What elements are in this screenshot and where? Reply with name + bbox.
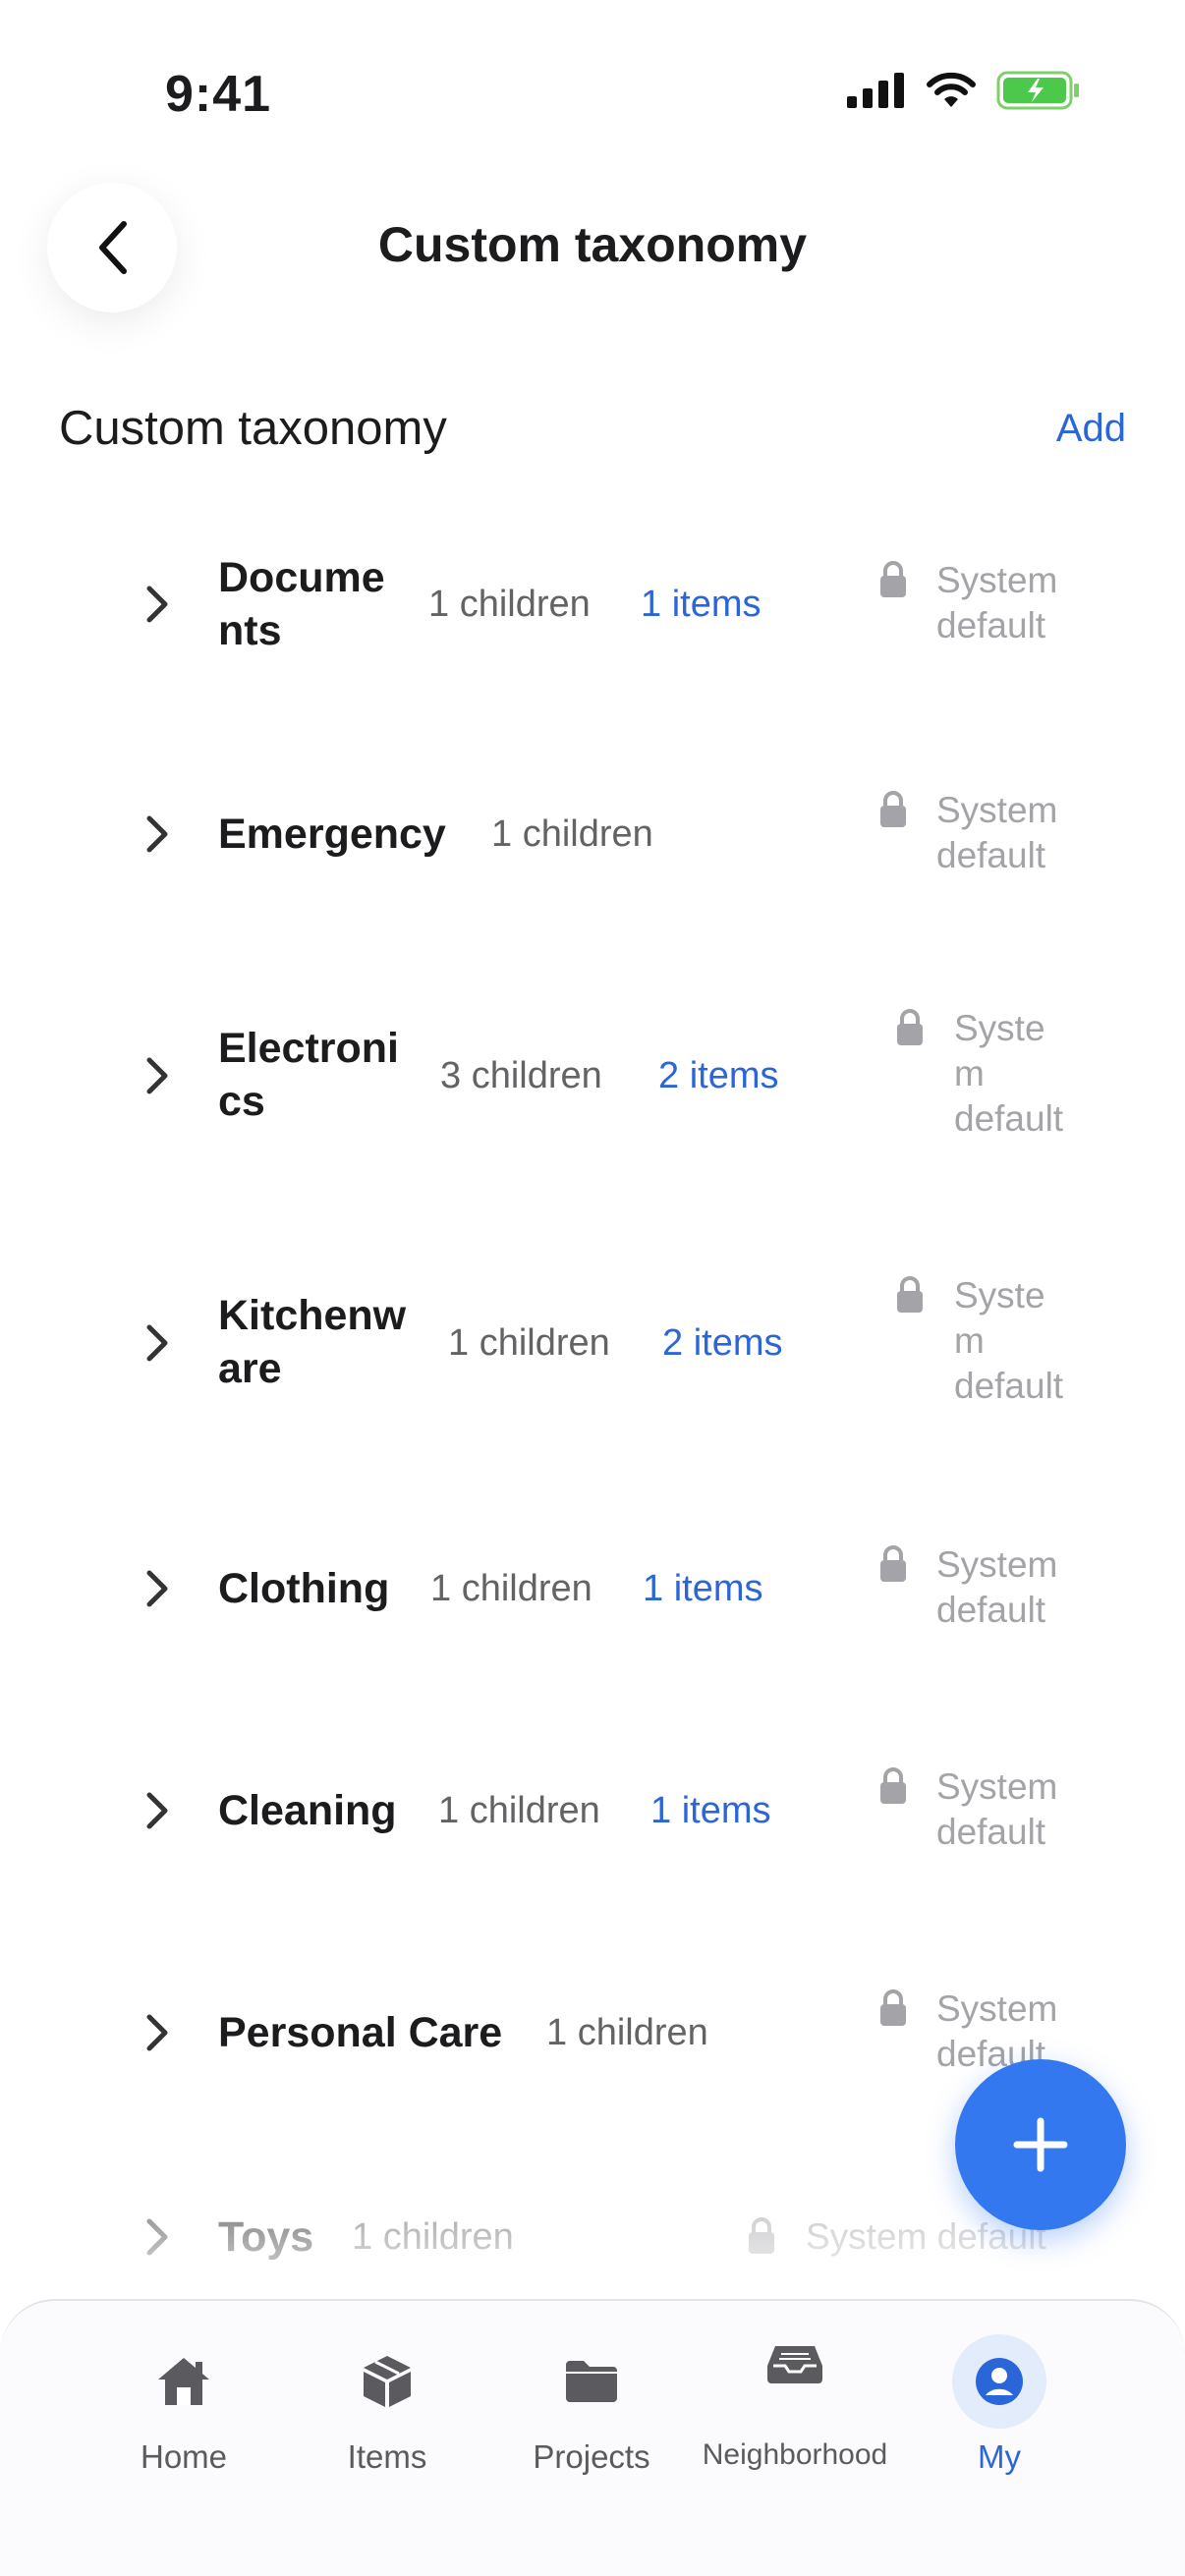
taxonomy-row[interactable]: Cleaning 1 children 1 items System defaul…	[0, 1753, 1185, 1871]
lock-icon	[880, 1989, 906, 2026]
chevron-right-icon[interactable]	[143, 584, 171, 625]
chevron-right-icon[interactable]	[143, 1568, 171, 1609]
section-title: Custom taxonomy	[59, 402, 447, 455]
chevron-right-icon[interactable]	[143, 813, 171, 855]
add-button[interactable]: Add	[1056, 407, 1126, 451]
system-default-label: Systemdefault	[936, 790, 1058, 875]
plus-icon	[1013, 2117, 1068, 2172]
category-name: Kitchenw are	[218, 1292, 407, 1392]
battery-icon	[996, 71, 1079, 110]
chevron-right-icon[interactable]	[143, 2012, 171, 2053]
lock-icon	[897, 1276, 923, 1313]
tab-bar: Home Items Projects Neighborhood My	[0, 2299, 1185, 2576]
category-name: Cleaning	[218, 1787, 397, 1834]
tab-label: Home	[140, 2438, 228, 2475]
system-default-label: Systemdefault	[936, 560, 1058, 645]
tab-projects[interactable]: Projects	[493, 2334, 690, 2476]
lock-icon	[880, 561, 906, 597]
items-link[interactable]: 1 items	[641, 584, 761, 626]
category-name: Electroni cs	[218, 1025, 399, 1125]
folder-icon	[566, 2361, 617, 2402]
category-name: Emergency	[218, 811, 446, 858]
system-default-label: Systemdefault	[936, 1766, 1058, 1852]
lock-icon	[880, 791, 906, 827]
taxonomy-row[interactable]: Electroni cs 3 children 2 items Syste m def…	[0, 1002, 1185, 1149]
system-default-label: Systemdefault	[936, 1544, 1058, 1630]
tab-label: My	[978, 2438, 1021, 2475]
status-time: 9:41	[165, 66, 272, 123]
tab-label: Items	[347, 2438, 427, 2475]
tab-label: Projects	[533, 2438, 650, 2475]
children-count: 1 children	[352, 2216, 514, 2258]
tab-home[interactable]: Home	[85, 2334, 282, 2476]
system-default-label: Systemdefault	[954, 1008, 1064, 1139]
category-name: Docume nts	[218, 554, 385, 654]
children-count: 1 children	[491, 813, 653, 855]
items-link[interactable]: 2 items	[658, 1055, 778, 1097]
tab-label: Neighborhood	[702, 2438, 888, 2471]
chevron-right-icon[interactable]	[143, 2216, 171, 2258]
tab-neighborhood[interactable]: Neighborhood	[697, 2334, 893, 2472]
wifi-icon	[927, 72, 976, 107]
system-default-label: Systemdefault	[954, 1275, 1064, 1406]
status-icons	[847, 71, 1081, 110]
chevron-right-icon[interactable]	[143, 1790, 171, 1831]
lock-icon	[749, 2217, 774, 2254]
tab-my[interactable]: My	[901, 2334, 1098, 2476]
items-link[interactable]: 1 items	[650, 1790, 770, 1832]
category-name: Clothing	[218, 1565, 390, 1612]
add-fab-button[interactable]	[955, 2059, 1126, 2230]
taxonomy-row[interactable]: Clothing 1 children 1 items System defaul…	[0, 1531, 1185, 1649]
tab-items[interactable]: Items	[289, 2334, 485, 2476]
items-link[interactable]: 1 items	[643, 1568, 762, 1610]
lock-icon	[880, 1545, 906, 1582]
children-count: 1 children	[438, 1790, 600, 1831]
children-count: 3 children	[440, 1055, 602, 1096]
home-icon	[158, 2358, 209, 2405]
taxonomy-row[interactable]: Emergency 1 children System default	[0, 776, 1185, 894]
category-name: Personal Care	[218, 2009, 503, 2056]
children-count: 1 children	[428, 584, 591, 625]
box-icon	[364, 2356, 411, 2407]
page-title: Custom taxonomy	[377, 217, 808, 272]
user-icon	[976, 2358, 1023, 2405]
category-name: Toys	[218, 2213, 314, 2261]
inbox-icon	[767, 2346, 822, 2383]
children-count: 1 children	[430, 1568, 592, 1609]
taxonomy-row[interactable]: Kitchenw are 1 children 2 items Syste m def…	[0, 1269, 1185, 1417]
lock-icon	[880, 1767, 906, 1804]
items-link[interactable]: 2 items	[662, 1322, 782, 1365]
status-bar: 9:41	[0, 0, 1185, 147]
children-count: 1 children	[448, 1322, 610, 1364]
taxonomy-row[interactable]: Docume nts 1 children 1 items System defau…	[0, 546, 1185, 664]
chevron-right-icon[interactable]	[143, 1055, 171, 1096]
lock-icon	[897, 1009, 923, 1045]
children-count: 1 children	[546, 2012, 708, 2053]
signal-icon	[847, 73, 904, 108]
chevron-right-icon[interactable]	[143, 1322, 171, 1364]
